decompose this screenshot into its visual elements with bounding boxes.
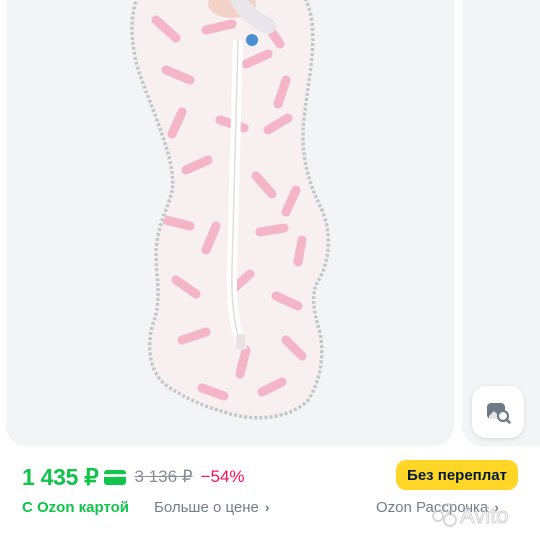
- more-about-price-label: Больше о цене: [154, 498, 259, 516]
- discount-badge: −54%: [200, 467, 245, 486]
- no-overpay-badge[interactable]: Без переплат: [396, 460, 518, 490]
- svg-text:Avito: Avito: [460, 503, 509, 528]
- chevron-right-icon: ›: [264, 499, 270, 515]
- bottom-edge: [0, 536, 540, 540]
- next-image-card[interactable]: [462, 0, 540, 446]
- old-price: 3 136 ₽: [134, 467, 193, 486]
- current-price: 1 435 ₽: [22, 463, 99, 490]
- avito-watermark: Avito: [432, 502, 509, 529]
- more-about-price-link[interactable]: Больше о цене ›: [154, 497, 270, 517]
- product-photo: [130, 0, 331, 420]
- image-search-icon: [487, 403, 511, 424]
- product-image-card[interactable]: [6, 0, 454, 446]
- ozon-card-icon: [104, 469, 127, 485]
- ozon-card-label: С Ozon картой: [22, 498, 130, 516]
- product-image-gallery[interactable]: [0, 0, 540, 452]
- image-search-button[interactable]: [472, 386, 524, 438]
- price-row: 1 435 ₽ 3 136 ₽ −54%: [22, 462, 245, 492]
